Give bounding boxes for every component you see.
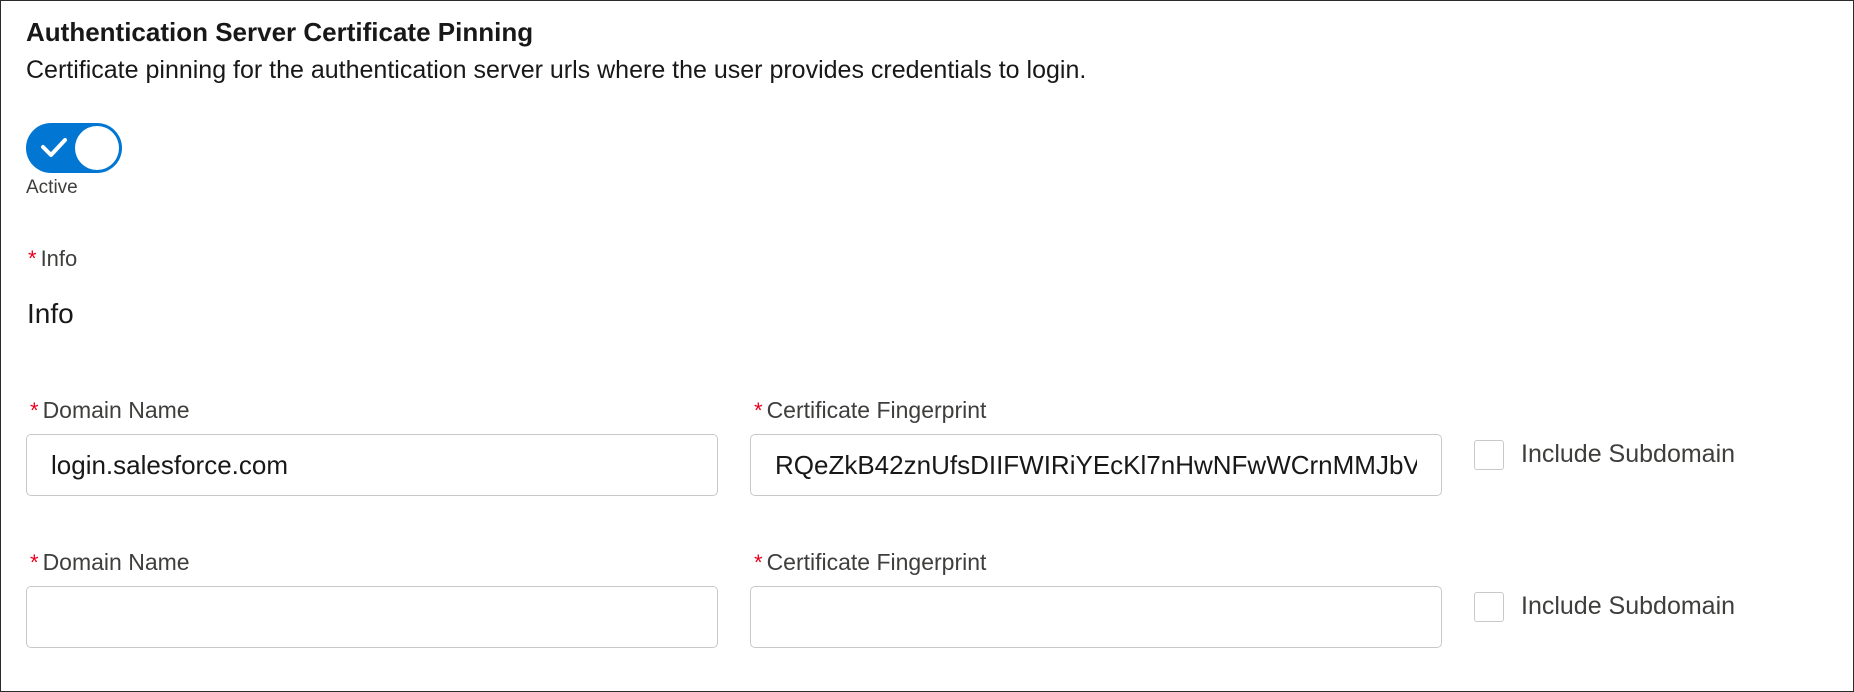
include-subdomain-label: Include Subdomain [1521,592,1736,620]
toggle-knob [75,126,119,170]
checkmark-icon [41,138,67,157]
required-marker: * [754,550,763,575]
info-label: * Info [28,246,77,272]
include-subdomain-label: Include Subdomain [1521,440,1736,468]
required-marker: * [28,246,37,271]
include-subdomain-checkbox[interactable] [1474,592,1504,622]
required-marker: * [30,398,39,423]
domain-name-label: * Domain Name [30,549,190,575]
toggle-label: Active [26,177,78,198]
domain-name-input[interactable] [26,586,718,648]
section-title: Authentication Server Certificate Pinnin… [26,17,534,47]
settings-panel: Authentication Server Certificate Pinnin… [0,0,1854,692]
required-marker: * [754,398,763,423]
info-value: Info [27,298,74,329]
certificate-fingerprint-input[interactable] [750,586,1442,648]
include-subdomain-checkbox[interactable] [1474,440,1504,470]
certificate-fingerprint-input[interactable] [750,434,1442,496]
domain-name-input[interactable] [26,434,718,496]
section-description: Certificate pinning for the authenticati… [26,56,1087,84]
info-label-text: Info [40,246,78,271]
certificate-fingerprint-label: * Certificate Fingerprint [754,549,987,575]
certificate-fingerprint-label: * Certificate Fingerprint [754,397,987,423]
active-toggle[interactable] [26,123,122,173]
required-marker: * [30,550,39,575]
domain-name-label: * Domain Name [30,397,190,423]
